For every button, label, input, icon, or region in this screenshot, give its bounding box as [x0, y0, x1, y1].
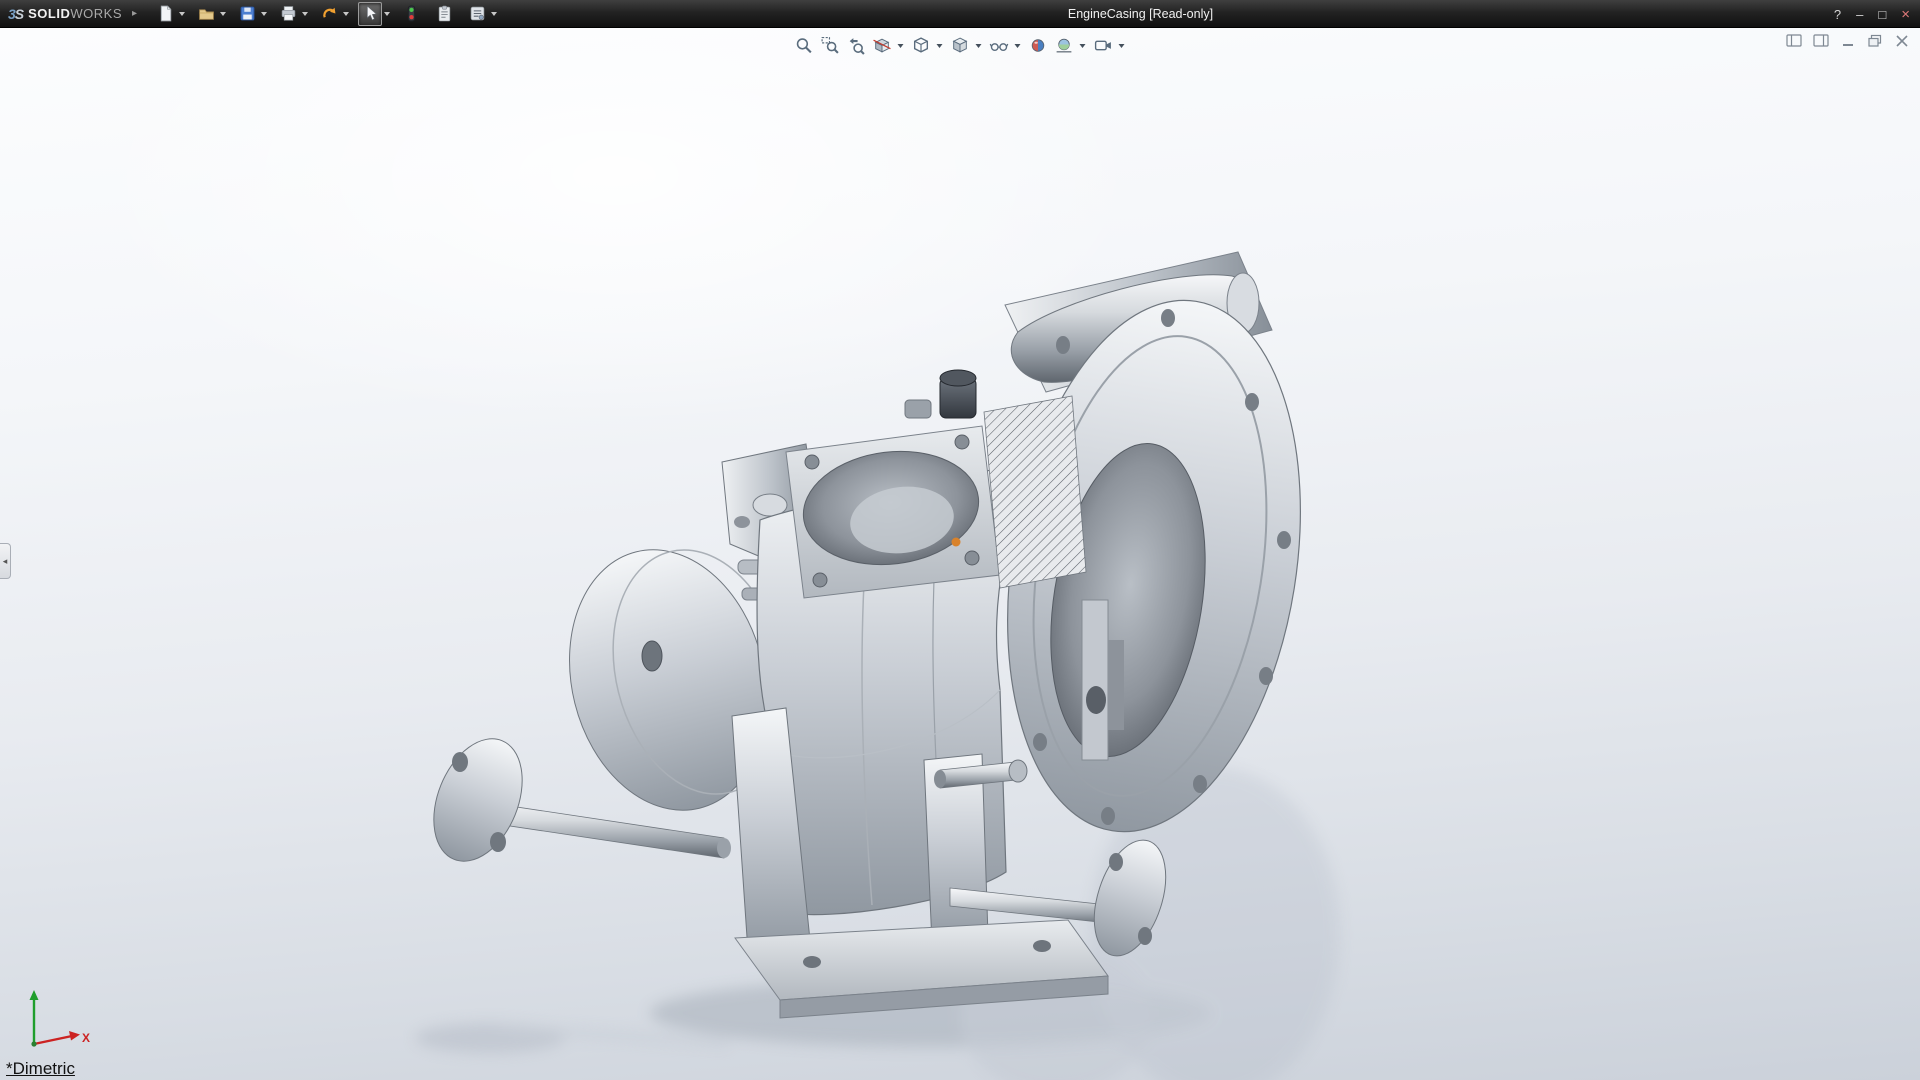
- cylinder-top-face[interactable]: [785, 425, 1001, 599]
- apply-scene-icon: [1056, 38, 1072, 53]
- view-settings-button[interactable]: [1092, 34, 1115, 57]
- reference-triad[interactable]: X: [18, 982, 94, 1058]
- view-orientation-button[interactable]: [910, 34, 933, 57]
- triad-x-label: X: [82, 1031, 90, 1045]
- menu-expand-arrow-icon[interactable]: ▸: [132, 8, 137, 19]
- brand-name: SOLIDWORKS: [28, 6, 122, 21]
- view-settings-dropdown-arrow-icon[interactable]: [1118, 43, 1125, 48]
- selection-point[interactable]: [951, 537, 961, 547]
- graphics-viewport[interactable]: ◂ X *Dimetric: [0, 28, 1920, 1080]
- zoom-to-fit-icon: [796, 38, 812, 54]
- new-document-button[interactable]: [153, 2, 177, 26]
- print-icon: [281, 6, 295, 21]
- display-style-dropdown-arrow-icon[interactable]: [975, 43, 982, 48]
- print-button[interactable]: [276, 2, 300, 26]
- save-dropdown-arrow-icon[interactable]: [261, 11, 268, 16]
- select-cursor-icon: [366, 5, 377, 21]
- display-style-shaded-cube-icon: [952, 37, 968, 53]
- solidworks-logo: 3S SOLIDWORKS: [8, 6, 122, 22]
- zoom-to-fit-button[interactable]: [793, 34, 816, 57]
- save-floppy-icon: [240, 6, 254, 21]
- options-dropdown-arrow-icon[interactable]: [491, 11, 498, 16]
- dassault-3ds-logo-icon: 3S: [8, 5, 24, 22]
- section-hatch: [983, 395, 1087, 589]
- close-document-icon[interactable]: [1894, 34, 1910, 48]
- app-window-controls: ? – □ ×: [1834, 0, 1910, 28]
- document-window-controls: [1786, 34, 1910, 48]
- display-style-button[interactable]: [949, 34, 972, 57]
- previous-view-button[interactable]: [845, 34, 868, 57]
- select-button[interactable]: [358, 1, 383, 26]
- rebuild-stoplight-button[interactable]: [399, 2, 423, 26]
- section-view-dropdown-arrow-icon[interactable]: [897, 43, 904, 48]
- stoplight-icon: [407, 5, 415, 22]
- small-cap[interactable]: [904, 399, 932, 419]
- solidworks-app: 3S SOLIDWORKS ▸ EngineCasing [Read-only]…: [0, 0, 1920, 1080]
- engine-casing-model[interactable]: [0, 28, 1920, 1080]
- apply-scene-dropdown-arrow-icon[interactable]: [1079, 43, 1086, 48]
- minimize-app-button[interactable]: –: [1856, 8, 1863, 21]
- undo-arrow-icon: [322, 7, 335, 18]
- apply-scene-button[interactable]: [1053, 34, 1076, 57]
- new-document-icon: [160, 5, 171, 22]
- restore-app-button[interactable]: □: [1878, 8, 1886, 21]
- filler-plug[interactable]: [939, 369, 977, 419]
- hide-show-items-button[interactable]: [988, 34, 1011, 57]
- restore-document-icon[interactable]: [1867, 34, 1883, 48]
- view-settings-camera-icon: [1094, 40, 1111, 51]
- save-button[interactable]: [235, 2, 259, 26]
- collapse-arrow-icon: ◂: [2, 555, 8, 566]
- help-button[interactable]: ?: [1834, 8, 1841, 21]
- undo-dropdown-arrow-icon[interactable]: [343, 11, 350, 16]
- open-document-button[interactable]: [194, 2, 218, 26]
- open-folder-icon: [198, 9, 214, 20]
- document-title: EngineCasing [Read-only]: [1067, 7, 1214, 21]
- section-view-icon: [873, 38, 891, 53]
- view-orientation-cube-icon: [913, 37, 929, 53]
- hide-show-dropdown-arrow-icon[interactable]: [1014, 43, 1021, 48]
- options-icon: [470, 6, 484, 21]
- file-properties-button[interactable]: [432, 2, 456, 26]
- print-dropdown-arrow-icon[interactable]: [302, 11, 309, 16]
- open-dropdown-arrow-icon[interactable]: [220, 11, 227, 16]
- new-dropdown-arrow-icon[interactable]: [179, 11, 186, 16]
- options-button[interactable]: [465, 2, 489, 26]
- close-app-button[interactable]: ×: [1901, 7, 1910, 22]
- section-view-button[interactable]: [871, 34, 894, 57]
- zoom-to-area-icon: [821, 37, 839, 54]
- edit-appearance-sphere-icon: [1031, 39, 1045, 52]
- minimize-document-icon[interactable]: [1840, 34, 1856, 48]
- pane-layout-left-icon[interactable]: [1786, 34, 1802, 48]
- view-orientation-dropdown-arrow-icon[interactable]: [936, 43, 943, 48]
- clipboard-icon: [438, 5, 450, 22]
- feature-panel-collapse-tab[interactable]: ◂: [0, 543, 11, 579]
- pane-layout-right-icon[interactable]: [1813, 34, 1829, 48]
- heads-up-view-toolbar: [793, 34, 1128, 57]
- previous-view-icon: [849, 38, 865, 55]
- edit-appearance-button[interactable]: [1027, 34, 1050, 57]
- select-dropdown-arrow-icon[interactable]: [384, 11, 391, 16]
- view-orientation-label: *Dimetric: [6, 1059, 75, 1078]
- hide-show-glasses-icon: [989, 43, 1009, 52]
- undo-button[interactable]: [317, 2, 341, 26]
- titlebar: 3S SOLIDWORKS ▸ EngineCasing [Read-only]…: [0, 0, 1920, 28]
- zoom-to-area-button[interactable]: [819, 34, 842, 57]
- main-toolbar: [153, 1, 504, 26]
